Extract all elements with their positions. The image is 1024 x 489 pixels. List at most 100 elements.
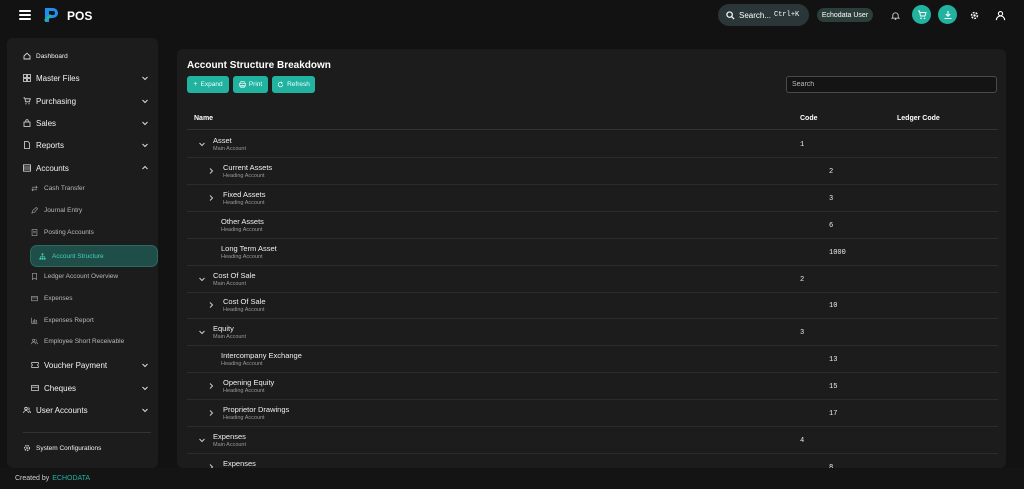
table-row[interactable]: Expenses Main Account 4 [187,427,998,454]
sidebar-sub-expenses[interactable]: Expenses [31,295,158,302]
transfer-icon [31,185,38,192]
chevron-down-icon[interactable] [198,140,206,148]
sidebar-item-sales[interactable]: Sales [23,117,151,129]
search-label: Search... [739,10,772,20]
sidebar-item-voucher-payment[interactable]: Voucher Payment [31,359,151,371]
sidebar-item-label: Accounts [36,163,69,173]
bar-chart-icon [31,317,38,324]
account-code: 3 [800,329,805,338]
print-button[interactable]: Print [233,76,268,93]
sidebar-sub-cash-transfer[interactable]: Cash Transfer [31,185,158,192]
gear-icon[interactable] [966,7,982,23]
table-row[interactable]: Fixed Assets Heading Account 3 [187,185,998,212]
settings-icon [23,444,31,452]
account-type: Main Account [213,334,247,341]
refresh-label: Refresh [287,81,310,88]
sidebar-sub-posting-accounts[interactable]: Posting Accounts [31,229,158,236]
sidebar-item-accounts[interactable]: Accounts [23,162,151,174]
sidebar-item-label: Master Files [36,73,80,83]
sidebar-sub-label: Posting Accounts [44,229,94,236]
account-name: Long Term Asset [221,243,277,253]
account-name: Cost Of Sale [223,297,266,307]
table-row[interactable]: Intercompany Exchange Heading Account 13 [187,346,998,374]
printer-icon [239,81,246,88]
table-row[interactable]: Current Assets Heading Account 2 [187,158,998,185]
expand-button[interactable]: + Expand [187,76,229,93]
chevron-right-icon[interactable] [207,382,215,390]
logo-icon [44,8,58,22]
global-search-button[interactable]: Search... Ctrl+K [718,4,809,26]
sidebar-sub-ledger-account-overview[interactable]: Ledger Account Overview [31,273,158,280]
account-type: Heading Account [223,388,265,395]
grid-icon [23,74,31,82]
sidebar-sub-employee-short-receivable[interactable]: Employee Short Receivable [31,338,158,345]
table-row[interactable]: ExpensesHeading Account8 [187,454,998,468]
sidebar-item-label: Voucher Payment [44,360,108,370]
pen-icon [31,207,38,214]
chevron-right-icon[interactable] [207,409,215,417]
account-code: 17 [829,410,838,418]
footer: Created by ECHODATA [0,468,1024,489]
chevron-down-icon[interactable] [198,328,206,336]
sidebar-item-label: Purchasing [36,96,77,106]
account-type: Main Account [213,146,247,152]
account-name: Expenses [223,458,256,468]
sidebar-item-reports[interactable]: Reports [23,139,151,151]
user-chip[interactable]: Echodata User [817,8,873,22]
table-row[interactable]: Opening Equity Heading Account 15 [187,373,998,401]
sidebar-item-purchasing[interactable]: Purchasing [23,95,151,107]
chevron-right-icon[interactable] [207,194,215,202]
table-search-input[interactable] [786,76,997,93]
chevron-right-icon[interactable] [207,301,215,309]
account-code: 1000 [829,248,846,257]
column-header-ledger-code: Ledger Code [897,115,940,122]
main-panel: Account Structure Breakdown + Expand Prin… [177,49,1006,468]
sidebar-sub-label: Account Structure [52,252,104,260]
download-icon[interactable] [938,5,957,24]
bell-icon[interactable] [887,7,903,23]
file-icon [24,141,30,149]
print-label: Print [248,81,263,88]
table-row[interactable]: Cost Of Sale Heading Account 10 [187,292,998,320]
sidebar-sub-label: Expenses Report [44,317,94,324]
account-code: 6 [829,221,834,230]
cart-icon[interactable] [912,5,931,24]
table-row[interactable]: Cost Of Sale Main Account 2 [187,266,998,293]
bag-icon [23,119,31,127]
chevron-down-icon[interactable] [198,275,206,283]
account-type: Heading Account [223,172,265,179]
sidebar-item-master-files[interactable]: Master Files [23,72,151,84]
sidebar-item-cheques[interactable]: Cheques [31,382,151,394]
account-name: Other Assets [221,216,264,226]
table-row[interactable]: Other Assets Heading Account 6 [187,212,998,239]
menu-icon[interactable] [19,10,31,20]
chevron-right-icon[interactable] [207,167,215,175]
sidebar-sub-account-structure[interactable]: Account Structure [30,245,158,267]
sidebar-item-label: Dashboard [36,52,68,60]
table-row[interactable]: Proprietor Drawings Heading Account 17 [187,400,998,427]
chevron-down-icon [142,363,148,368]
sidebar-item-label: System Configurations [36,444,102,452]
sidebar-sub-journal-entry[interactable]: Journal Entry [31,207,158,214]
account-code: 15 [829,383,838,392]
sidebar-sub-label: Journal Entry [44,207,83,214]
sidebar-item-system-configurations[interactable]: System Configurations [23,443,151,453]
sidebar-sub-expenses-report[interactable]: Expenses Report [31,317,158,324]
account-name: Intercompany Exchange [221,351,302,361]
sidebar-sub-label: Expenses [44,295,73,302]
table-row[interactable]: Equity Main Account 3 [187,319,998,347]
sidebar-item-dashboard[interactable]: Dashboard [23,51,151,61]
sidebar-item-label: Reports [36,140,65,150]
user-icon[interactable] [992,7,1008,23]
account-type: Heading Account [223,199,265,206]
account-name: Opening Equity [223,378,275,388]
refresh-button[interactable]: Refresh [272,76,315,93]
account-code: 2 [829,167,834,176]
home-icon [23,52,31,60]
account-name: Asset [213,136,232,145]
table-row[interactable]: Asset Main Account 1 [187,131,998,158]
table-row[interactable]: Long Term Asset Heading Account 1000 [187,239,998,266]
cart-icon [23,97,31,105]
chevron-down-icon[interactable] [198,436,206,444]
sidebar-item-user-accounts[interactable]: User Accounts [23,404,151,416]
